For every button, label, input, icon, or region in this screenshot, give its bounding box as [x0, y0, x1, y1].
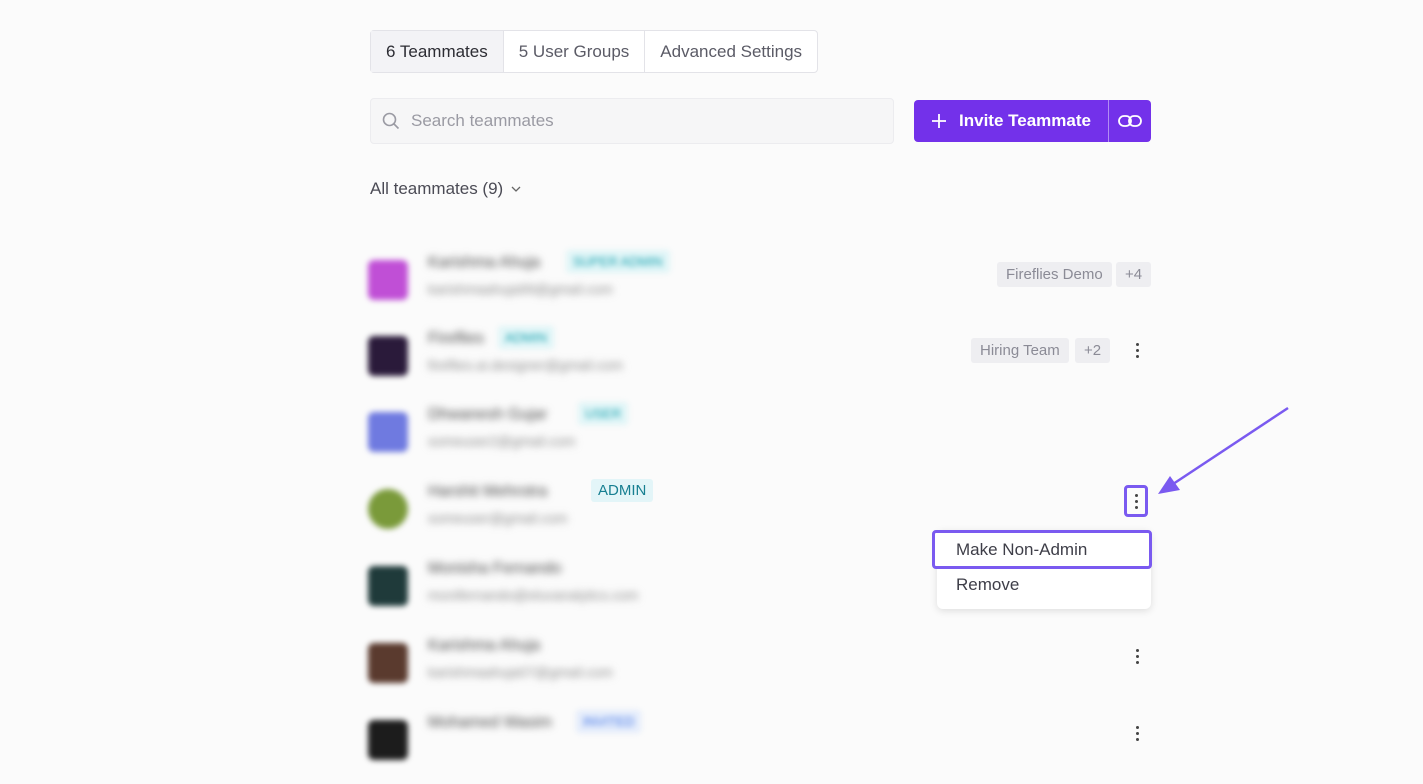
invite-teammate-label: Invite Teammate	[959, 111, 1091, 130]
table-row: Dhwanesh Gujar USER someuser2@gmail.com	[360, 402, 1160, 476]
teammate-name: Harshit Mehrotra	[428, 483, 548, 500]
avatar	[368, 643, 408, 683]
teammate-email: karishmaahuja99@gmail.com	[428, 281, 613, 297]
avatar	[368, 336, 408, 376]
menu-item-remove[interactable]: Remove	[956, 575, 1019, 595]
link-icon	[1118, 115, 1142, 127]
group-chip: Fireflies Demo	[997, 262, 1112, 287]
invite-button-group: Invite Teammate	[914, 100, 1151, 142]
teammate-name: Fireflies	[428, 330, 485, 347]
group-chip: Hiring Team	[971, 338, 1069, 363]
more-options-icon[interactable]	[1124, 485, 1148, 517]
role-badge: ADMIN	[498, 326, 554, 349]
tab-user-groups[interactable]: 5 User Groups	[504, 31, 646, 72]
chevron-down-icon	[511, 186, 521, 192]
menu-item-label: Make Non-Admin	[956, 540, 1088, 559]
search-icon	[382, 112, 400, 130]
role-badge: INVITED	[576, 710, 642, 733]
tab-advanced-settings[interactable]: Advanced Settings	[645, 31, 817, 72]
tab-teammates[interactable]: 6 Teammates	[371, 31, 504, 72]
annotation-arrow-icon	[1158, 406, 1289, 494]
avatar	[368, 720, 408, 760]
group-chip-more: +2	[1075, 338, 1111, 363]
teammate-email: karishmaahuja07@gmail.com	[428, 664, 613, 680]
invite-teammate-button[interactable]: Invite Teammate	[914, 100, 1108, 142]
avatar	[368, 412, 408, 452]
plus-icon	[932, 114, 947, 128]
more-options-icon[interactable]	[1126, 720, 1148, 746]
table-row: Karishma Ahuja SUPER ADMIN karishmaahuja…	[360, 250, 1160, 324]
teammate-name: Karishma Ahuja	[428, 637, 541, 654]
teammate-email: someuser2@gmail.com	[428, 433, 576, 449]
teammate-name: Monisha Fernando	[428, 560, 562, 577]
menu-item-make-non-admin[interactable]: Make Non-Admin	[932, 530, 1152, 569]
avatar	[368, 260, 408, 300]
copy-invite-link-button[interactable]	[1108, 100, 1151, 142]
avatar	[368, 489, 408, 529]
role-badge: USER	[578, 402, 629, 425]
search-input[interactable]	[409, 110, 853, 132]
teammate-name: Karishma Ahuja	[428, 254, 541, 271]
tab-bar: 6 Teammates 5 User Groups Advanced Setti…	[370, 30, 819, 73]
role-badge: ADMIN	[591, 479, 654, 502]
teammate-email: someuser@gmail.com	[428, 510, 568, 526]
table-row: Karishma Ahuja karishmaahuja07@gmail.com	[360, 637, 1160, 707]
teammate-email: monifernando@eluvanalytics.com	[428, 587, 639, 603]
teammate-name: Dhwanesh Gujar	[428, 406, 548, 423]
more-options-icon[interactable]	[1126, 643, 1148, 669]
search-box	[370, 98, 894, 144]
table-row: Mohamed Wasim INVITED	[360, 710, 1160, 784]
role-badge: SUPER ADMIN	[566, 250, 670, 273]
filter-label: All teammates (9)	[370, 179, 504, 198]
teammate-email: fireflies.ai.designer@gmail.com	[428, 357, 623, 373]
teammate-name: Mohamed Wasim	[428, 714, 552, 731]
avatar	[368, 566, 408, 606]
teammate-filter-dropdown[interactable]: All teammates (9)	[370, 179, 521, 199]
table-row: Fireflies ADMIN fireflies.ai.designer@gm…	[360, 326, 1160, 400]
group-chip-more: +4	[1116, 262, 1152, 287]
more-options-icon[interactable]	[1126, 337, 1148, 363]
